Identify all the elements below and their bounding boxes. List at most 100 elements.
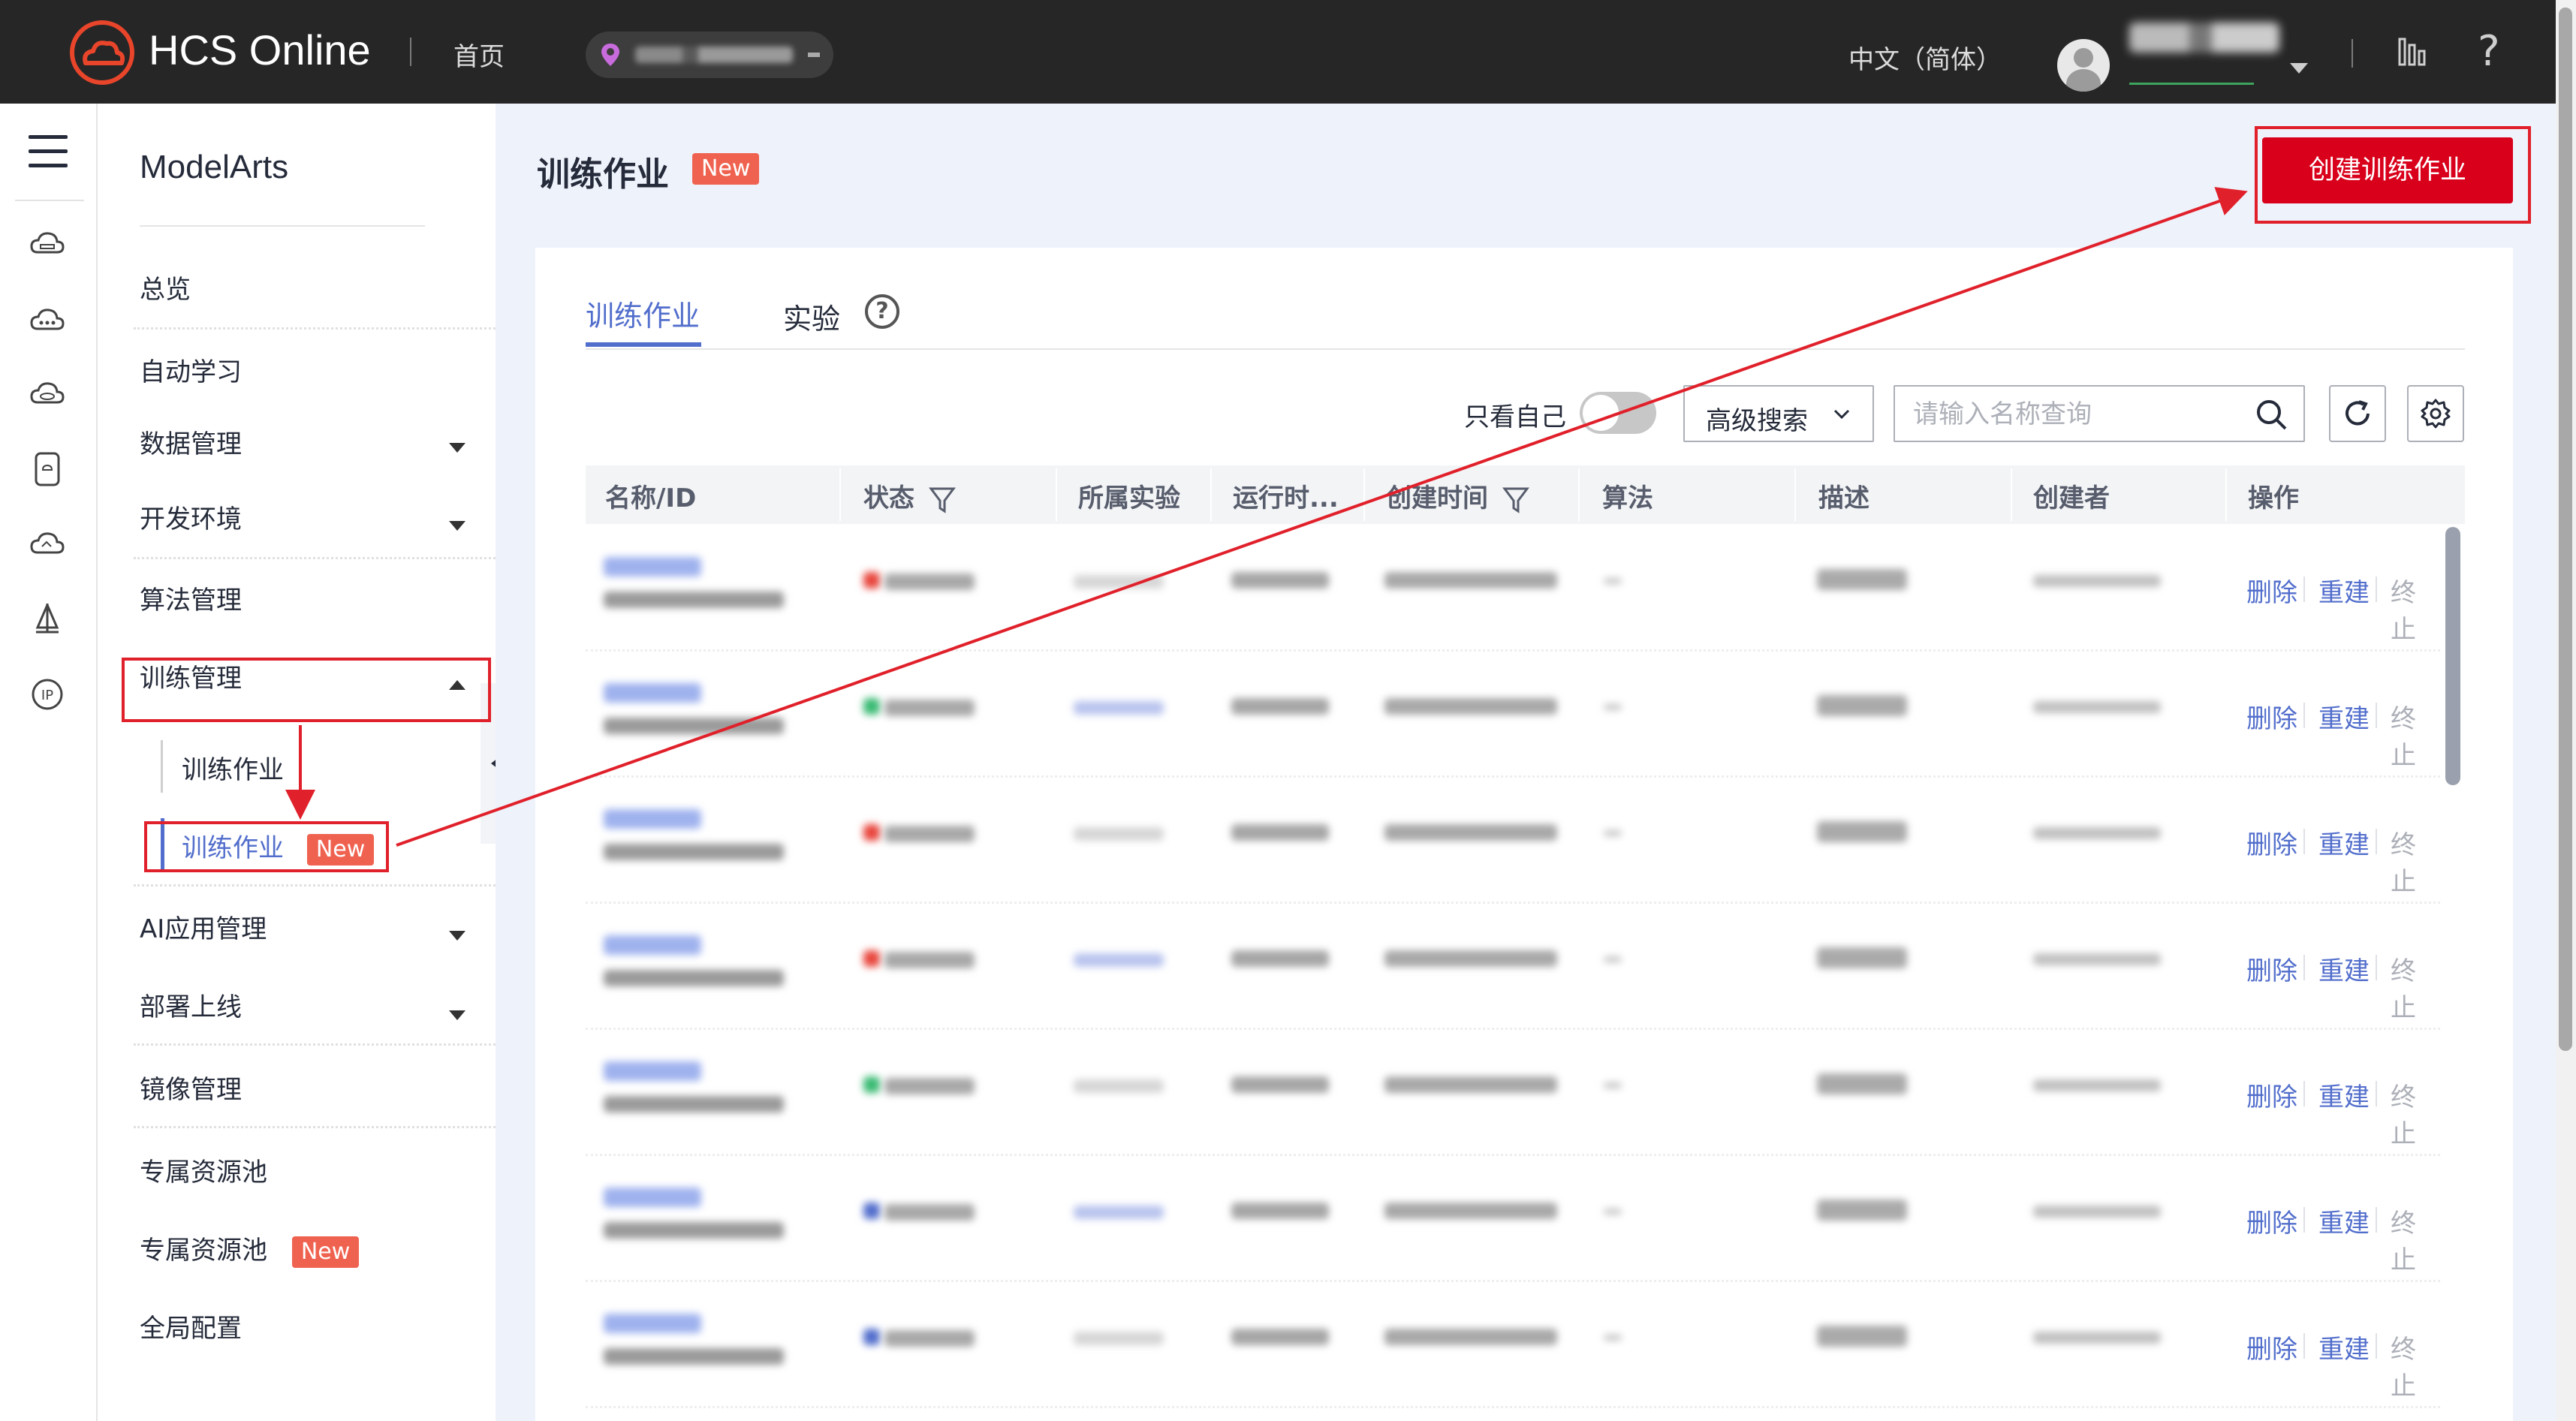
cloud-storage-icon[interactable] (29, 375, 66, 413)
sidebar-item-resource-pool[interactable]: 专属资源池 (140, 1152, 267, 1188)
hcs-logo-icon[interactable] (69, 20, 135, 86)
delete-link[interactable]: 删除 (2246, 950, 2297, 987)
language-switch[interactable]: 中文（简体） (1848, 39, 2002, 76)
redacted-cell (1384, 1203, 1557, 1219)
bar-chart-icon[interactable] (2397, 35, 2430, 68)
brand-name[interactable]: HCS Online (149, 26, 371, 74)
redacted-cell (1817, 695, 1907, 716)
table-row[interactable]: 删除 重建 终止 (586, 525, 2440, 652)
redacted-cell (1817, 821, 1907, 842)
only-mine-toggle[interactable] (1580, 392, 1656, 434)
ip-address-icon[interactable]: IP (29, 676, 66, 713)
table-scrollbar-thumb[interactable] (2445, 527, 2460, 785)
delete-link[interactable]: 删除 (2246, 1076, 2297, 1113)
advanced-search-dropdown[interactable]: 高级搜索 (1683, 385, 1874, 442)
column-divider (2225, 468, 2227, 521)
redacted-cell (1384, 1076, 1557, 1093)
rebuild-link[interactable]: 重建 (2318, 572, 2370, 609)
chevron-down-icon[interactable] (449, 443, 465, 453)
search-icon[interactable] (2254, 397, 2288, 432)
stop-link-disabled: 终止 (2391, 704, 2416, 771)
menu-hamburger-icon[interactable] (29, 135, 68, 168)
column-header-runtime: 运行时... (1233, 483, 1339, 513)
sidebar-item-algorithm[interactable]: 算法管理 (140, 580, 242, 616)
page-title: 训练作业 (537, 155, 669, 194)
redacted-cell (884, 1204, 975, 1221)
action-divider (2303, 829, 2305, 854)
device-icon[interactable] (29, 450, 66, 488)
sidebar-item-ai-app[interactable]: AI应用管理 (140, 908, 267, 945)
tab-experiment[interactable]: 实验 (783, 296, 840, 337)
divider (15, 200, 84, 201)
table-row[interactable]: 删除 重建 终止 (586, 904, 2440, 1030)
redacted-cell (604, 844, 784, 860)
redacted-cell (863, 572, 880, 589)
table-row[interactable]: 删除 重建 终止 (586, 652, 2440, 778)
rebuild-link[interactable]: 重建 (2318, 950, 2370, 987)
cloud-server-icon[interactable] (29, 225, 66, 263)
settings-button[interactable] (2407, 385, 2464, 442)
region-dash (808, 53, 820, 57)
sidebar-item-data-management[interactable]: 数据管理 (140, 423, 242, 460)
redacted-cell (604, 970, 784, 986)
chevron-down-icon[interactable] (449, 931, 465, 941)
rebuild-link[interactable]: 重建 (2318, 1203, 2370, 1239)
table-row[interactable]: 删除 重建 终止 (586, 1030, 2440, 1156)
tab-training-job[interactable]: 训练作业 (586, 293, 700, 334)
redacted-cell (604, 718, 784, 734)
chevron-down-icon[interactable] (449, 1010, 465, 1020)
question-circle-icon[interactable]: ? (865, 294, 899, 329)
table-row[interactable]: 删除 重建 终止 (586, 1282, 2440, 1408)
column-divider (1578, 468, 1580, 521)
sidebar-item-image[interactable]: 镜像管理 (140, 1069, 242, 1106)
redacted-cell (1231, 1076, 1329, 1093)
sidebar-menu: ModelArts 总览 自动学习 数据管理 开发环境 算法管理 训练管理 训练… (99, 104, 513, 1421)
delete-link[interactable]: 删除 (2246, 572, 2297, 609)
redacted-cell (604, 592, 784, 608)
sidebar-subitem-training-job[interactable]: 训练作业 (182, 749, 284, 786)
redacted-cell (863, 698, 880, 715)
table-row[interactable]: 删除 重建 终止 (586, 1156, 2440, 1282)
delete-link[interactable]: 删除 (2246, 698, 2297, 735)
sailboat-icon[interactable] (29, 601, 66, 638)
filter-icon[interactable] (1502, 486, 1530, 514)
rebuild-link[interactable]: 重建 (2318, 824, 2370, 861)
page-scrollbar-thumb[interactable] (2559, 8, 2572, 1051)
username-redacted[interactable] (2129, 23, 2279, 53)
search-box[interactable] (1894, 385, 2305, 442)
help-icon[interactable]: ? (2478, 27, 2500, 76)
delete-link[interactable]: 删除 (2246, 1329, 2297, 1365)
rebuild-link[interactable]: 重建 (2318, 1076, 2370, 1113)
region-selector[interactable] (586, 32, 833, 78)
refresh-button[interactable] (2329, 385, 2386, 442)
user-menu-caret-icon[interactable] (2290, 63, 2308, 74)
delete-link[interactable]: 删除 (2246, 824, 2297, 861)
search-input[interactable] (1913, 397, 2243, 432)
sidebar-item-dev-env[interactable]: 开发环境 (140, 498, 242, 535)
sidebar-item-global-config[interactable]: 全局配置 (140, 1308, 242, 1344)
sidebar-item-deploy[interactable]: 部署上线 (140, 986, 242, 1023)
redacted-cell (1604, 704, 1622, 710)
redacted-cell (863, 824, 880, 841)
redacted-cell (1384, 950, 1557, 967)
sidebar-item-overview[interactable]: 总览 (140, 269, 191, 306)
table-row[interactable]: 删除 重建 终止 (586, 778, 2440, 904)
column-header-label: 创建时间 (1386, 483, 1488, 513)
user-avatar[interactable] (2057, 39, 2110, 92)
cloud-more-icon[interactable] (29, 300, 66, 338)
cloud-sync-icon[interactable] (29, 525, 66, 563)
redacted-cell (2033, 953, 2161, 965)
divider (134, 327, 513, 330)
rebuild-link[interactable]: 重建 (2318, 698, 2370, 735)
delete-link[interactable]: 删除 (2246, 1203, 2297, 1239)
rebuild-link[interactable]: 重建 (2318, 1329, 2370, 1365)
annotation-highlight-training-management (122, 658, 491, 722)
chevron-down-icon[interactable] (449, 521, 465, 531)
redacted-cell (604, 1222, 784, 1239)
sidebar-item-resource-pool-new[interactable]: 专属资源池 New (140, 1230, 360, 1268)
sidebar-item-auto-learning[interactable]: 自动学习 (140, 351, 242, 388)
column-header-actions: 操作 (2248, 483, 2299, 513)
filter-icon[interactable] (928, 486, 957, 514)
home-link[interactable]: 首页 (453, 36, 505, 73)
redacted-cell (863, 1329, 880, 1345)
